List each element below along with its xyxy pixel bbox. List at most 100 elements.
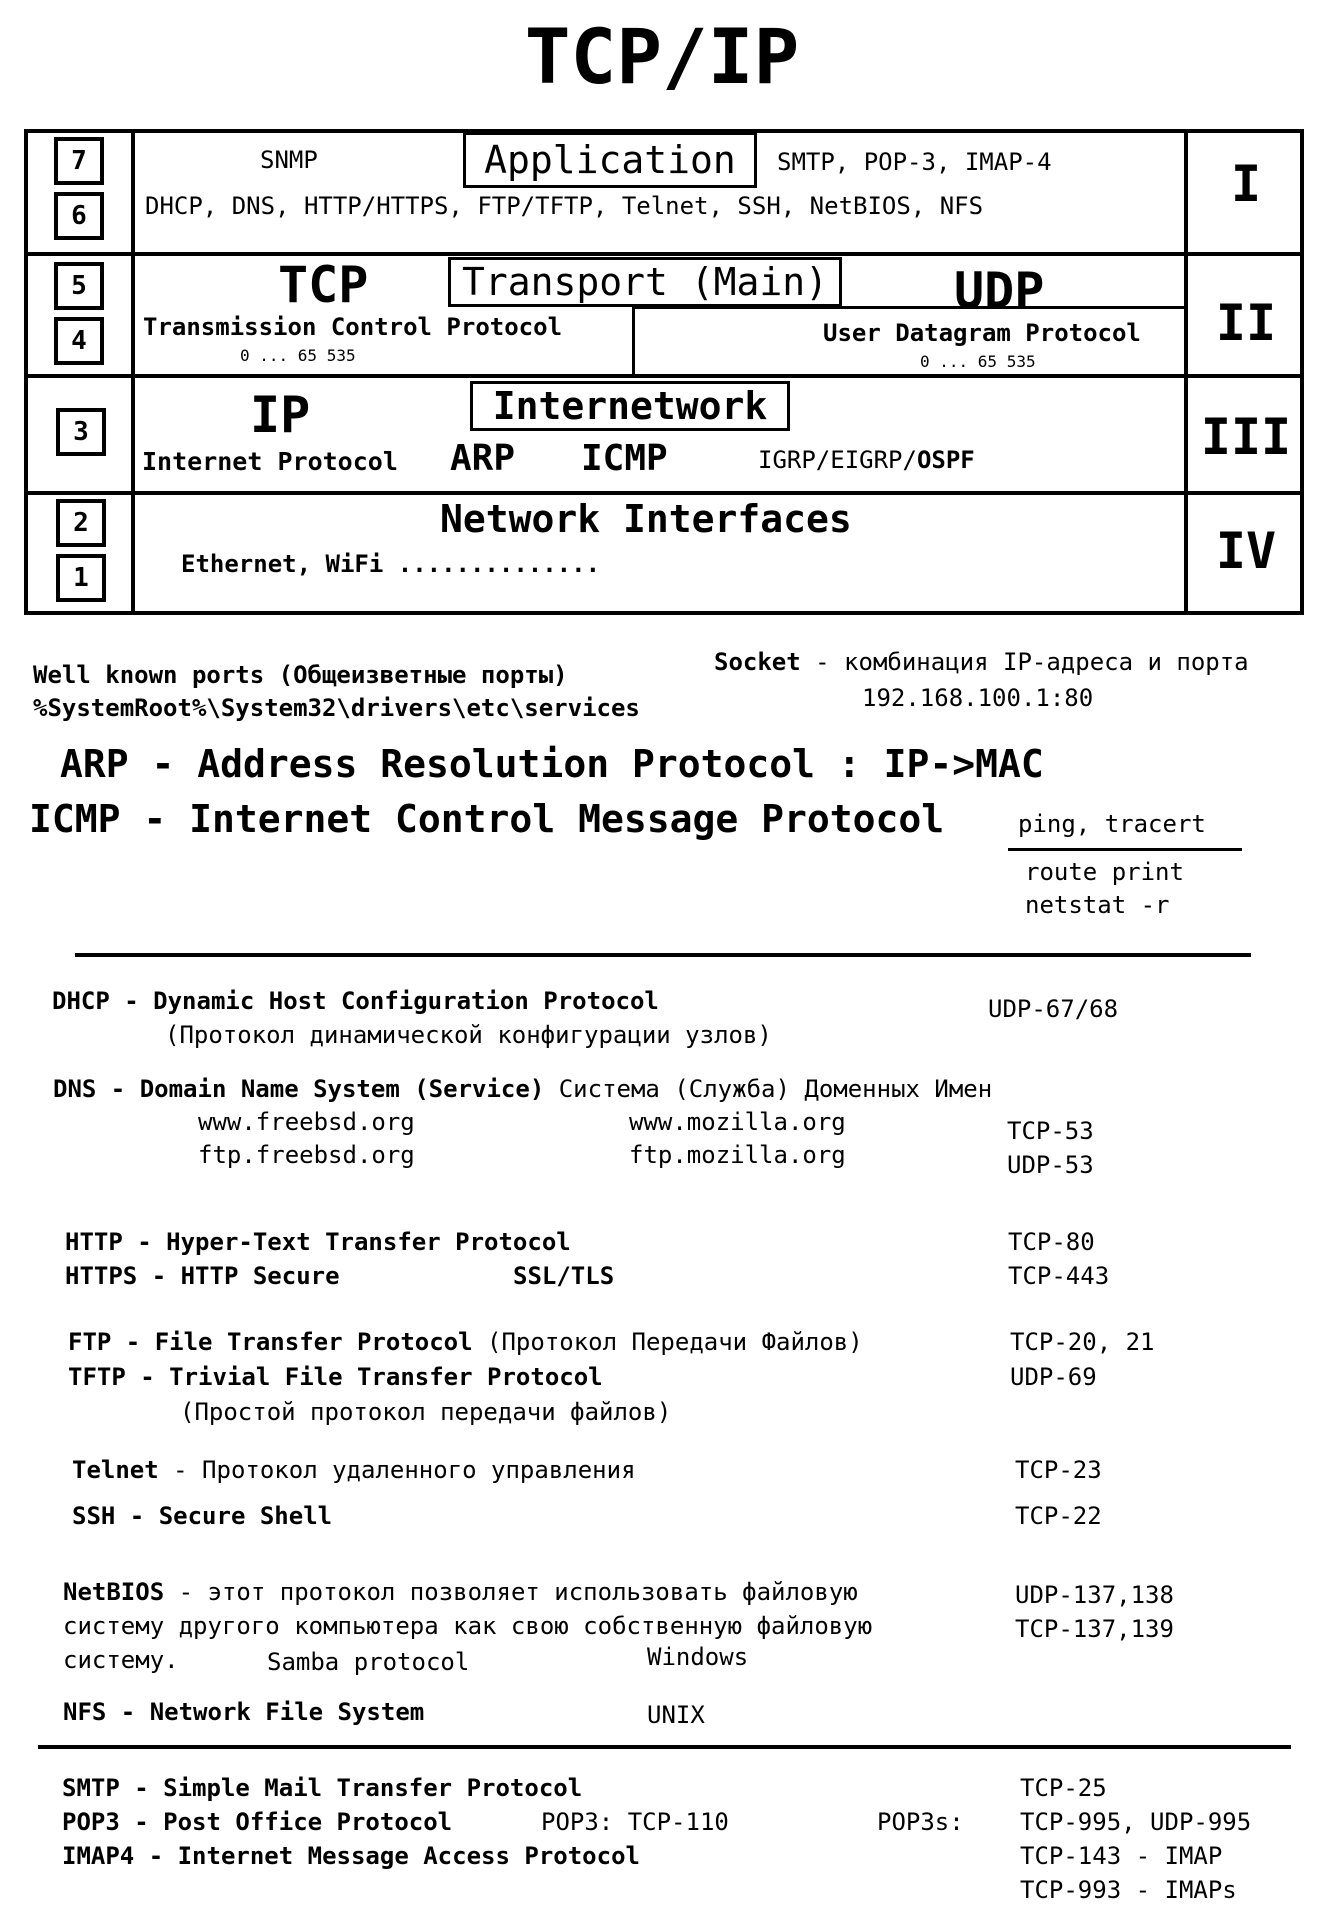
telnet-definition: Telnet - Протокол удаленного управления xyxy=(72,1456,636,1484)
services-file-path: %SystemRoot%\System32\drivers\etc\servic… xyxy=(33,694,640,722)
nfs-name: NFS - Network File System xyxy=(63,1698,425,1726)
telnet-port: TCP-23 xyxy=(1015,1456,1102,1484)
transport-layer-label: Transport (Main) xyxy=(448,257,842,307)
netstat-command: netstat -r xyxy=(1025,891,1170,919)
tcp-label: TCP xyxy=(278,256,369,314)
pop3s-label: POP3s: xyxy=(877,1808,964,1836)
section-divider-2 xyxy=(38,1745,1291,1749)
osi-layer-5: 5 xyxy=(54,262,104,310)
tftp-name: TFTP - Trivial File Transfer Protocol xyxy=(68,1363,603,1391)
dns-definition: DNS - Domain Name System (Service) Систе… xyxy=(53,1075,992,1103)
route-print-command: route print xyxy=(1025,858,1184,886)
dns-example-3: www.mozilla.org xyxy=(629,1108,846,1136)
layer-roman-IV: IV xyxy=(1215,522,1277,580)
table-row-divider-1 xyxy=(24,252,1304,256)
smtp-name: SMTP - Simple Mail Transfer Protocol xyxy=(62,1774,583,1802)
application-layer-label: Application xyxy=(463,132,757,188)
osi-layer-3: 3 xyxy=(56,408,106,456)
unix-label: UNIX xyxy=(647,1701,705,1729)
osi-layer-2: 2 xyxy=(56,499,106,547)
https-name: HTTPS - HTTP Secure xyxy=(65,1262,340,1290)
imaps-port: TCP-993 - IMAPs xyxy=(1020,1876,1237,1904)
internetwork-layer-label: Internetwork xyxy=(470,381,790,431)
udp-label: UDP xyxy=(954,262,1045,320)
pop3s-port: TCP-995, UDP-995 xyxy=(1020,1808,1252,1836)
socket-definition: Socket - комбинация IP-адреса и порта xyxy=(714,648,1249,676)
socket-example: 192.168.100.1:80 xyxy=(862,684,1094,712)
windows-label: Windows xyxy=(647,1643,749,1671)
icmp-label: ICMP xyxy=(581,438,668,479)
samba-protocol-label: Samba protocol xyxy=(267,1648,470,1676)
table-col-divider-left xyxy=(131,129,135,615)
imap4-name: IMAP4 - Internet Message Access Protocol xyxy=(62,1842,640,1870)
netbios-port-tcp: TCP-137,139 xyxy=(1015,1615,1174,1643)
pop3-port-label: POP3: TCP-110 xyxy=(541,1808,729,1836)
socket-term: Socket xyxy=(714,648,801,676)
arp-definition: ARP - Address Resolution Protocol : IP->… xyxy=(60,742,1044,786)
ftp-name: FTP - File Transfer Protocol xyxy=(68,1328,473,1356)
dns-example-2: ftp.freebsd.org xyxy=(198,1141,415,1169)
commands-underline xyxy=(1008,848,1242,851)
socket-desc: - комбинация IP-адреса и порта xyxy=(800,648,1249,676)
icmp-definition: ICMP - Internet Control Message Protocol xyxy=(29,797,945,841)
netbios-line-3: систему. xyxy=(63,1646,179,1674)
table-row-divider-3 xyxy=(24,491,1304,495)
tcp-full-name: Transmission Control Protocol xyxy=(143,313,563,341)
smtp-port: TCP-25 xyxy=(1020,1774,1107,1802)
tcp-udp-divider-horizontal xyxy=(632,306,1186,309)
network-interfaces-label: Network Interfaces xyxy=(440,497,852,541)
tftp-port: UDP-69 xyxy=(1010,1363,1097,1391)
ssh-port: TCP-22 xyxy=(1015,1502,1102,1530)
telnet-name: Telnet xyxy=(72,1456,159,1484)
tcp-port-range: 0 ... 65 535 xyxy=(240,346,356,365)
tcp-udp-divider-vertical xyxy=(632,306,635,376)
ip-label: IP xyxy=(250,386,311,444)
pop3-name: POP3 - Post Office Protocol xyxy=(62,1808,453,1836)
layer-roman-I: I xyxy=(1230,155,1262,213)
dns-port-udp: UDP-53 xyxy=(1007,1151,1094,1179)
dns-name: DNS - Domain Name System (Service) xyxy=(53,1075,545,1103)
section-divider-1 xyxy=(75,953,1251,957)
layer-roman-II: II xyxy=(1215,294,1277,352)
ftp-port: TCP-20, 21 xyxy=(1010,1328,1155,1356)
layer-roman-III: III xyxy=(1200,408,1292,466)
udp-full-name: User Datagram Protocol xyxy=(823,319,1141,347)
netbios-desc-1: - этот протокол позволяет использовать ф… xyxy=(164,1578,858,1606)
ssl-tls-label: SSL/TLS xyxy=(513,1262,615,1290)
network-examples: Ethernet, WiFi .............. xyxy=(181,550,601,578)
ping-tracert-command: ping, tracert xyxy=(1018,810,1206,838)
netbios-line-1: NetBIOS - этот протокол позволяет исполь… xyxy=(63,1578,858,1606)
ip-full-name: Internet Protocol xyxy=(142,447,398,476)
ospf-label: OSPF xyxy=(916,446,975,474)
dhcp-name: DHCP - Dynamic Host Configuration Protoc… xyxy=(52,987,659,1015)
imap-port: TCP-143 - IMAP xyxy=(1020,1842,1223,1870)
osi-layer-1: 1 xyxy=(56,554,106,602)
dhcp-ru: (Протокол динамической конфигурации узло… xyxy=(165,1021,772,1049)
udp-port-range: 0 ... 65 535 xyxy=(920,352,1036,371)
dhcp-port: UDP-67/68 xyxy=(988,995,1119,1023)
netbios-port-udp: UDP-137,138 xyxy=(1015,1581,1174,1609)
osi-layer-4: 4 xyxy=(54,317,104,365)
routing-protocols: IGRP/EIGRP/OSPF xyxy=(758,446,975,474)
well-known-ports-term: Well known ports xyxy=(33,661,265,689)
netbios-name: NetBIOS xyxy=(63,1578,165,1606)
arp-label: ARP xyxy=(450,438,516,479)
netbios-line-2: систему другого компьютера как свою собс… xyxy=(63,1612,873,1640)
well-known-ports-ru: (Общеизветные порты) xyxy=(264,661,568,689)
table-row-divider-2 xyxy=(24,374,1304,378)
http-name: HTTP - Hyper-Text Transfer Protocol xyxy=(65,1228,571,1256)
dns-ru: Система (Служба) Доменных Имен xyxy=(544,1075,993,1103)
mail-protocols-label: SMTP, POP-3, IMAP-4 xyxy=(777,148,1052,176)
dns-port-tcp: TCP-53 xyxy=(1007,1117,1094,1145)
ftp-definition: FTP - File Transfer Protocol (Протокол П… xyxy=(68,1328,863,1356)
routing-protocols-list: IGRP/EIGRP/ xyxy=(758,446,917,474)
osi-layer-7: 7 xyxy=(54,137,104,185)
osi-layer-6: 6 xyxy=(54,192,104,240)
tftp-ru: (Простой протокол передачи файлов) xyxy=(180,1398,672,1426)
dns-example-1: www.freebsd.org xyxy=(198,1108,415,1136)
well-known-ports: Well known ports (Общеизветные порты) xyxy=(33,661,568,689)
app-protocols-list: DHCP, DNS, HTTP/HTTPS, FTP/TFTP, Telnet,… xyxy=(145,192,984,220)
dns-example-4: ftp.mozilla.org xyxy=(629,1141,846,1169)
snmp-label: SNMP xyxy=(260,146,318,174)
telnet-ru: - Протокол удаленного управления xyxy=(158,1456,636,1484)
